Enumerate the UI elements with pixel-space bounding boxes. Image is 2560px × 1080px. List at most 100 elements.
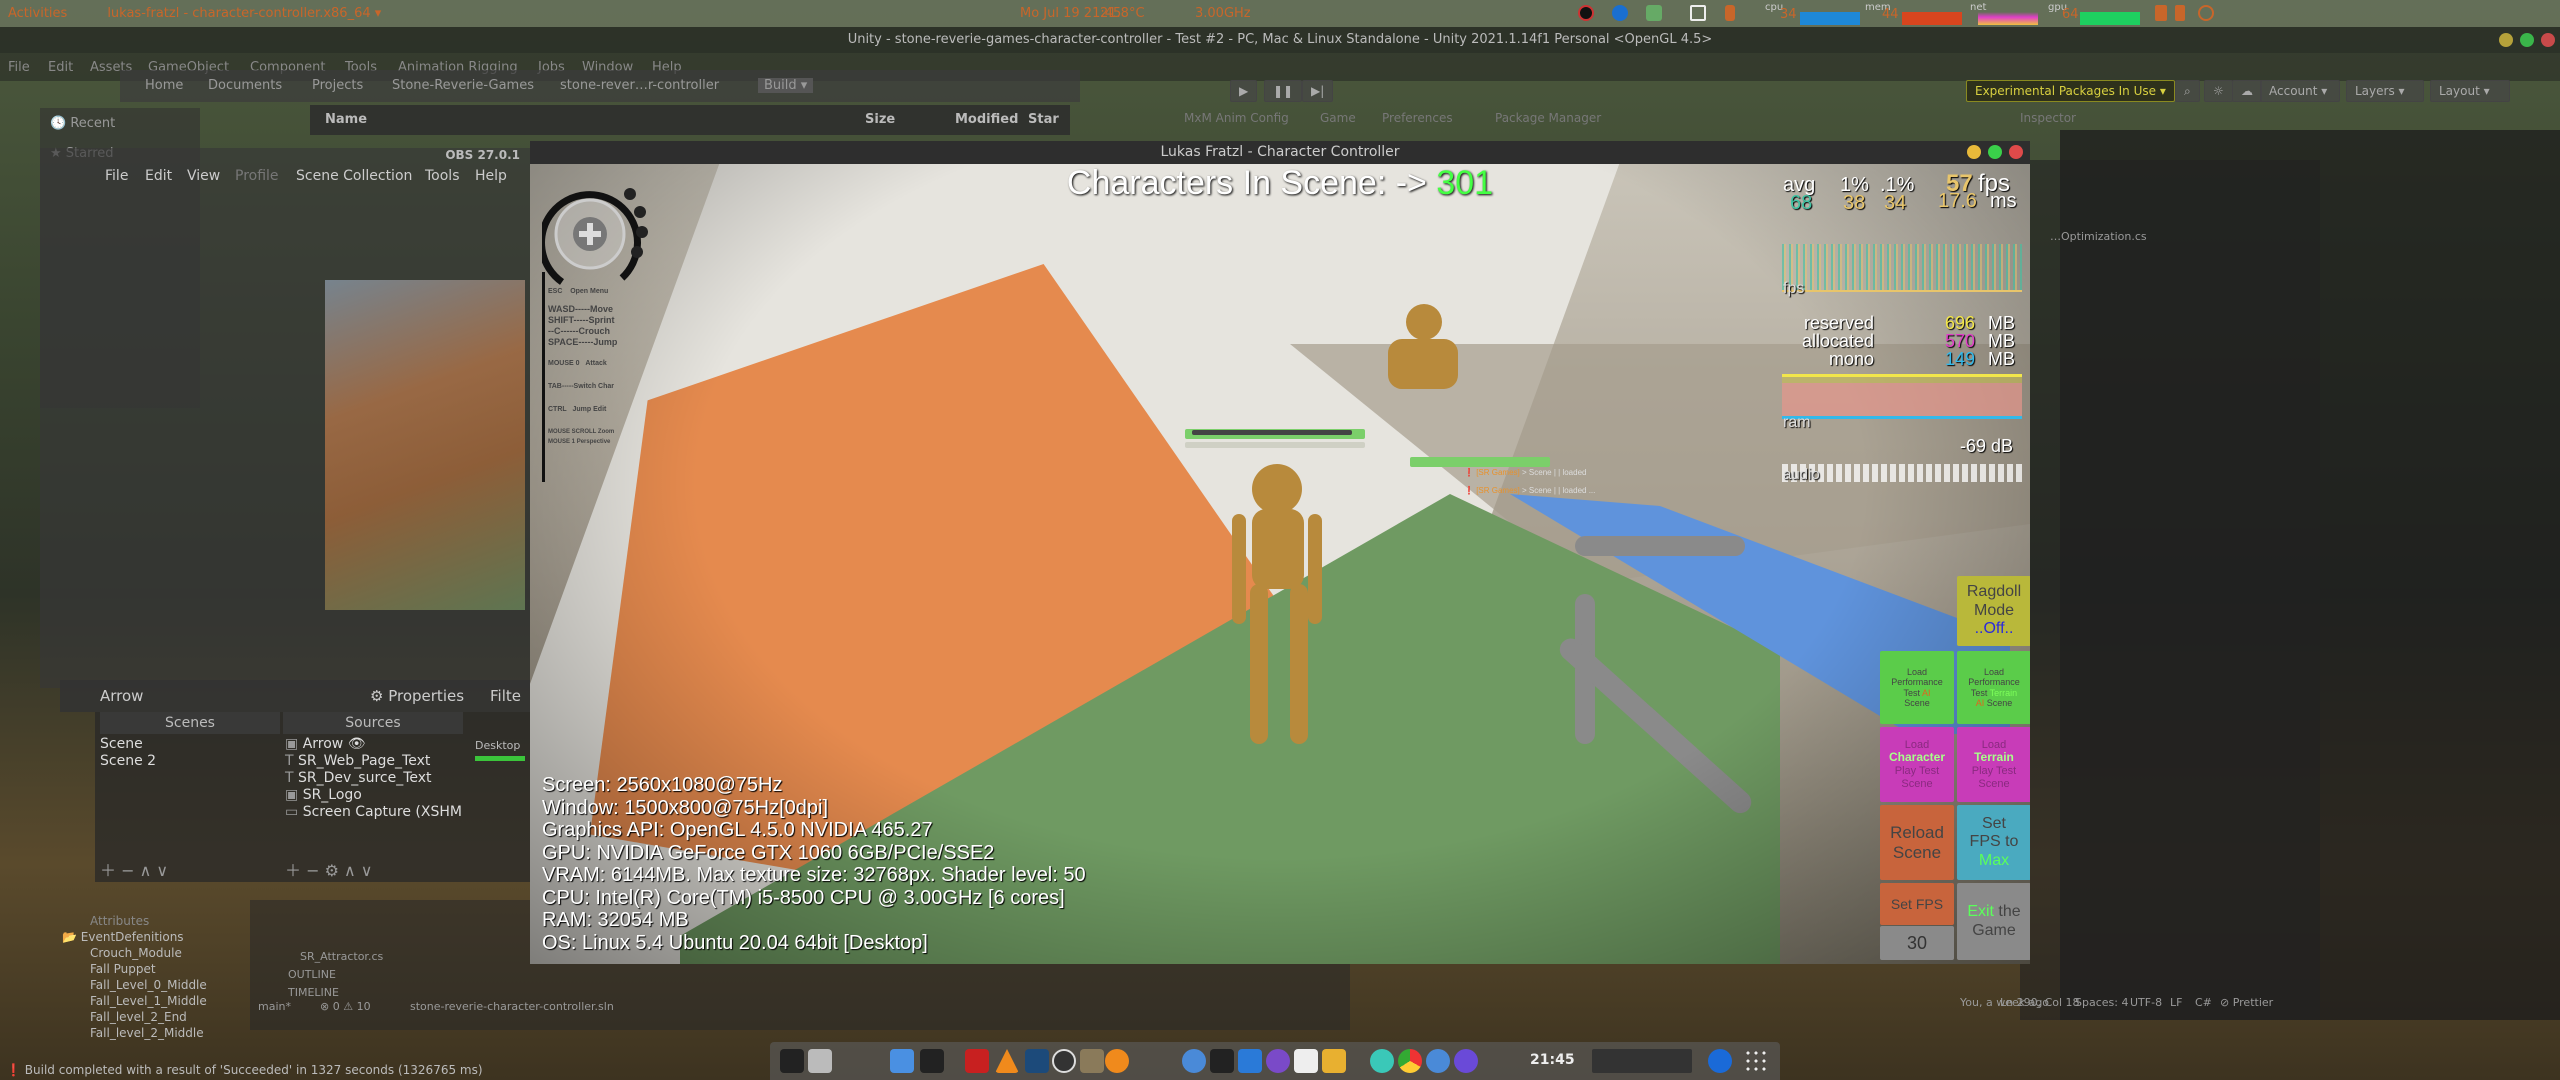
scene-controls[interactable]: ＋ − ∧ ∨ xyxy=(100,857,168,881)
minimize-button[interactable] xyxy=(2499,33,2513,47)
account-dropdown[interactable]: Account ▾ xyxy=(2260,80,2340,102)
obs-tray-icon[interactable] xyxy=(1578,5,1594,21)
source-item[interactable]: ▭ Screen Capture (XSHM xyxy=(285,804,462,820)
layers-dropdown[interactable]: Layers ▾ xyxy=(2346,80,2424,102)
step-button[interactable]: ▶| xyxy=(1302,80,1334,102)
column-modified[interactable]: Modified xyxy=(955,112,1018,127)
scene-item[interactable]: Scene xyxy=(100,736,143,752)
volume-icon[interactable] xyxy=(2175,5,2185,21)
status-language[interactable]: C# xyxy=(2195,996,2212,1009)
column-size[interactable]: Size xyxy=(865,112,895,127)
workspace-indicator[interactable] xyxy=(1592,1049,1692,1073)
pause-button[interactable]: ❚❚ xyxy=(1264,80,1303,102)
tree-item[interactable]: Fall_Level_1_Middle xyxy=(90,994,207,1008)
obs-properties-button[interactable]: ⚙ Properties xyxy=(370,687,464,705)
activities-button[interactable]: Activities xyxy=(8,6,67,21)
files-dock-icon[interactable] xyxy=(808,1049,832,1073)
menu-file[interactable]: File xyxy=(8,60,30,75)
tree-item[interactable]: Crouch_Module xyxy=(90,946,182,960)
shield-tray-icon[interactable] xyxy=(1646,5,1662,21)
path-projects[interactable]: Projects xyxy=(312,78,363,93)
close-button[interactable] xyxy=(2541,33,2555,47)
eye-icon[interactable]: 👁 xyxy=(348,736,366,752)
obs-menu-tools[interactable]: Tools xyxy=(425,168,460,184)
browser-dock-icon[interactable] xyxy=(1454,1049,1478,1073)
path-stone-reverie-games[interactable]: Stone-Reverie-Games xyxy=(392,78,534,93)
source-item[interactable]: ▣ SR_Logo xyxy=(285,787,362,803)
exit-game-button[interactable]: Exit the Game xyxy=(1957,883,2030,960)
vscode-file[interactable]: SR_Attractor.cs xyxy=(300,950,383,963)
maximize-button[interactable] xyxy=(2520,33,2534,47)
tree-folder[interactable]: 📂 EventDefenitions xyxy=(62,930,184,944)
unity-dock-icon[interactable] xyxy=(1294,1049,1318,1073)
path-documents[interactable]: Documents xyxy=(208,78,282,93)
finder-dock-icon[interactable] xyxy=(890,1049,914,1073)
ragdoll-mode-button[interactable]: Ragdoll Mode ..Off.. xyxy=(1957,576,2030,646)
column-star[interactable]: Star xyxy=(1028,112,1059,127)
vscode-tab-file[interactable]: …Optimization.cs xyxy=(2050,230,2147,243)
davinci-dock-icon[interactable] xyxy=(1025,1049,1049,1073)
unity-tray-icon[interactable] xyxy=(1690,5,1706,21)
system-monitor-dock-icon[interactable] xyxy=(1210,1049,1234,1073)
teamviewer-tray-icon[interactable] xyxy=(1612,5,1628,21)
obs-filters-button[interactable]: Filte xyxy=(490,687,521,705)
search-button[interactable]: ⌕ xyxy=(2175,80,2200,102)
game-viewport[interactable]: ❗ [SR Games] > Scene | | loaded ❗ [SR Ga… xyxy=(530,164,2030,964)
experimental-packages-dropdown[interactable]: Experimental Packages In Use ▾ xyxy=(1966,80,2175,102)
status-eol[interactable]: LF xyxy=(2170,996,2182,1009)
show-apps-icon[interactable] xyxy=(1744,1049,1768,1073)
menu-edit[interactable]: Edit xyxy=(48,60,73,75)
set-fps-button[interactable]: Set FPS xyxy=(1880,883,1954,925)
obs-preview[interactable] xyxy=(325,280,525,610)
vscode-outline[interactable]: OUTLINE xyxy=(288,968,336,981)
load-performance-ai-button[interactable]: Load Performance Test AI Scene xyxy=(1880,651,1954,724)
sidebar-recent[interactable]: 🕓 Recent xyxy=(50,116,115,131)
calculator-dock-icon[interactable] xyxy=(1322,1049,1346,1073)
tree-item[interactable]: Fall_Level_0_Middle xyxy=(90,978,207,992)
filezilla-dock-icon[interactable] xyxy=(965,1049,989,1073)
source-item[interactable]: T SR_Web_Page_Text xyxy=(285,753,430,769)
fps-value-field[interactable]: 30 xyxy=(1880,926,1954,960)
play-button[interactable]: ▶ xyxy=(1230,80,1258,102)
game-minimize-button[interactable] xyxy=(1967,145,1981,159)
cloud-button[interactable]: ☁ xyxy=(2232,80,2262,102)
obs-menu-view[interactable]: View xyxy=(187,168,220,184)
path-build[interactable]: Build ▾ xyxy=(758,78,814,93)
path-home[interactable]: Home xyxy=(145,78,183,93)
game-close-button[interactable] xyxy=(2009,145,2023,159)
chromium-dock-icon[interactable] xyxy=(1426,1049,1450,1073)
clipboard-tray-icon[interactable] xyxy=(1725,5,1735,21)
column-name[interactable]: Name xyxy=(325,112,367,127)
vscode-solution[interactable]: stone-reverie-character-controller.sln xyxy=(410,1000,614,1013)
load-character-play-test-button[interactable]: Load Character Play Test Scene xyxy=(1880,727,1954,802)
network-icon[interactable] xyxy=(2155,5,2167,21)
blender-dock-icon[interactable] xyxy=(1105,1049,1129,1073)
mail-dock-icon[interactable] xyxy=(1370,1049,1394,1073)
source-controls[interactable]: ＋ − ⚙ ∧ ∨ xyxy=(285,857,373,881)
reload-scene-button[interactable]: Reload Scene xyxy=(1880,805,1954,880)
status-cursor[interactable]: Ln 290, Col 18 xyxy=(2000,996,2080,1009)
tab-mxm-anim-config[interactable]: MxM Anim Config xyxy=(1184,111,1289,125)
tab-package-manager[interactable]: Package Manager xyxy=(1495,111,1601,125)
gimp-dock-icon[interactable] xyxy=(1080,1049,1104,1073)
source-item[interactable]: T SR_Dev_surce_Text xyxy=(285,770,432,786)
source-item[interactable]: ▣ Arrow 👁 xyxy=(285,736,365,752)
status-encoding[interactable]: UTF-8 xyxy=(2130,996,2162,1009)
load-terrain-play-test-button[interactable]: Load Terrain Play Test Scene xyxy=(1957,727,2030,802)
services-button[interactable]: ☼ xyxy=(2204,80,2233,102)
app-menu[interactable]: lukas-fratzl - character-controller.x86_… xyxy=(107,6,381,21)
chrome-dock-icon[interactable] xyxy=(1398,1049,1422,1073)
obs-menu-scene-collection[interactable]: Scene Collection xyxy=(296,168,412,184)
scene-item[interactable]: Scene 2 xyxy=(100,753,156,769)
tab-inspector[interactable]: Inspector xyxy=(2020,111,2076,125)
terminal-dock-icon[interactable] xyxy=(920,1049,944,1073)
layout-dropdown[interactable]: Layout ▾ xyxy=(2430,80,2510,102)
app-dock-icon[interactable] xyxy=(1708,1049,1732,1073)
help-dock-icon[interactable] xyxy=(1182,1049,1206,1073)
tab-game[interactable]: Game xyxy=(1320,111,1356,125)
obs-menu-edit[interactable]: Edit xyxy=(145,168,172,184)
vscode-dock-icon[interactable] xyxy=(1238,1049,1262,1073)
set-fps-max-button[interactable]: Set FPS to Max xyxy=(1957,805,2030,880)
vlc-dock-icon[interactable] xyxy=(995,1049,1019,1073)
power-icon[interactable] xyxy=(2198,5,2214,21)
